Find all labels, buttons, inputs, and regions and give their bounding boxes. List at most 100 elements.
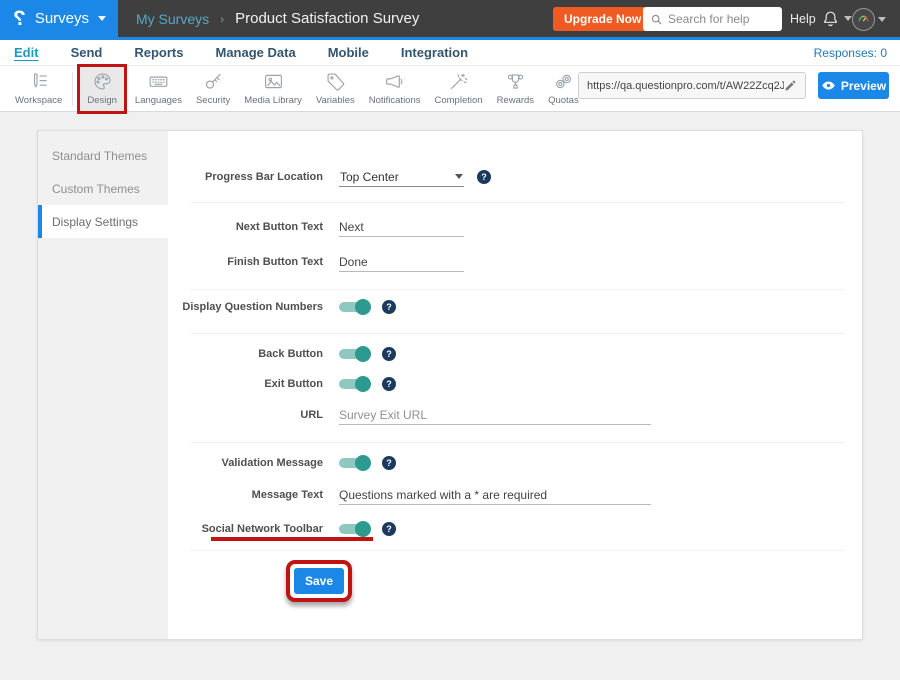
responses-count[interactable]: Responses: 0: [814, 46, 887, 60]
help-icon[interactable]: ?: [382, 347, 396, 361]
red-annotation-underline: [211, 537, 373, 541]
toolbar-item-label: Design: [87, 95, 117, 106]
help-link[interactable]: Help: [790, 12, 816, 26]
completion-icon: [448, 71, 469, 92]
preview-button-label: Preview: [841, 79, 886, 93]
finish-button-text-input[interactable]: [339, 253, 464, 272]
toggle-knob: [355, 299, 371, 315]
section-divider: [191, 333, 844, 334]
back-button-toggle[interactable]: [339, 349, 369, 359]
progress-bar-location-select[interactable]: Top Center: [339, 168, 464, 187]
security-icon: [203, 71, 224, 92]
save-button[interactable]: Save: [294, 568, 344, 594]
edit-pencil-icon[interactable]: [784, 79, 797, 92]
help-icon[interactable]: ?: [382, 522, 396, 536]
exit-url-row: URL: [168, 404, 844, 426]
toolbar-item-design[interactable]: Design: [80, 67, 124, 111]
message-text-input[interactable]: [339, 486, 651, 505]
display-question-numbers-label: Display Question Numbers: [168, 301, 323, 313]
rewards-icon: [505, 71, 526, 92]
sidebar-item-standard-themes[interactable]: Standard Themes: [38, 139, 168, 172]
variables-icon: [325, 71, 346, 92]
nav-tab-send[interactable]: Send: [71, 45, 103, 60]
sidebar-item-display-settings[interactable]: Display Settings: [38, 205, 168, 238]
account-menu[interactable]: [852, 8, 886, 31]
themes-sidebar: Standard Themes Custom Themes Display Se…: [38, 131, 168, 639]
chevron-down-icon: [98, 16, 106, 21]
display-settings-panel: Standard Themes Custom Themes Display Se…: [37, 130, 863, 640]
nav-tab-edit[interactable]: Edit: [14, 45, 39, 60]
display-question-numbers-row: Display Question Numbers ?: [168, 296, 844, 318]
section-divider: [191, 202, 844, 203]
section-divider: [191, 550, 844, 551]
exit-url-label: URL: [168, 409, 323, 421]
chevron-down-icon: [844, 16, 852, 21]
preview-button[interactable]: Preview: [818, 72, 889, 99]
next-button-text-input[interactable]: [339, 218, 464, 237]
languages-icon: [148, 71, 169, 92]
toolbar-item-security[interactable]: Security: [189, 67, 237, 111]
toolbar-item-notifications[interactable]: Notifications: [362, 67, 428, 111]
exit-button-row: Exit Button ?: [168, 373, 844, 395]
finish-button-text-label: Finish Button Text: [168, 256, 323, 268]
toolbar-item-label: Security: [196, 95, 230, 106]
workspace-icon: [28, 71, 49, 92]
toolbar-item-label: Languages: [135, 95, 182, 106]
survey-url-field[interactable]: https://qa.questionpro.com/t/AW22Zcq2J: [578, 72, 806, 99]
toolbar-item-label: Notifications: [369, 95, 421, 106]
exit-button-label: Exit Button: [168, 378, 323, 390]
upgrade-now-button[interactable]: Upgrade Now: [553, 7, 652, 31]
help-icon[interactable]: ?: [477, 170, 491, 184]
back-button-label: Back Button: [168, 348, 323, 360]
progress-bar-location-label: Progress Bar Location: [168, 171, 323, 183]
sidebar-item-custom-themes[interactable]: Custom Themes: [38, 172, 168, 205]
top-header-bar: ? Surveys My Surveys › Product Satisfact…: [0, 0, 900, 40]
display-question-numbers-toggle[interactable]: [339, 302, 369, 312]
social-network-toolbar-toggle[interactable]: [339, 524, 369, 534]
help-search-box[interactable]: [643, 7, 782, 31]
page-title: Product Satisfaction Survey: [235, 10, 419, 27]
nav-tab-manage-data[interactable]: Manage Data: [215, 45, 295, 60]
progress-bar-location-value: Top Center: [340, 170, 399, 184]
toolbar-item-completion[interactable]: Completion: [428, 67, 490, 111]
toggle-knob: [355, 521, 371, 537]
help-icon[interactable]: ?: [382, 377, 396, 391]
breadcrumb: My Surveys › Product Satisfaction Survey: [136, 0, 419, 37]
toolbar-item-variables[interactable]: Variables: [309, 67, 362, 111]
notifications-icon: [384, 71, 405, 92]
notifications-bell-menu[interactable]: [821, 9, 852, 28]
chevron-down-icon: [455, 174, 463, 179]
breadcrumb-my-surveys[interactable]: My Surveys: [136, 11, 209, 27]
validation-message-row: Validation Message ?: [168, 452, 844, 474]
exit-url-input[interactable]: [339, 406, 651, 425]
toolbar-item-label: Quotas: [548, 95, 579, 106]
nav-tab-reports[interactable]: Reports: [134, 45, 183, 60]
chevron-down-icon: [878, 17, 886, 22]
breadcrumb-separator-icon: ›: [220, 12, 224, 26]
finish-button-text-row: Finish Button Text: [168, 251, 844, 273]
nav-tab-integration[interactable]: Integration: [401, 45, 468, 60]
help-icon[interactable]: ?: [382, 456, 396, 470]
toolbar-item-workspace[interactable]: Workspace: [8, 67, 69, 111]
toolbar-item-media-library[interactable]: Media Library: [237, 67, 309, 111]
toolbar-item-languages[interactable]: Languages: [128, 67, 189, 111]
exit-button-toggle[interactable]: [339, 379, 369, 389]
survey-url-text: https://qa.questionpro.com/t/AW22Zcq2J: [587, 80, 784, 92]
app-logo-menu[interactable]: ? Surveys: [0, 0, 118, 37]
next-button-text-label: Next Button Text: [168, 221, 323, 233]
back-button-row: Back Button ?: [168, 343, 844, 365]
search-icon: [650, 13, 663, 26]
validation-message-toggle[interactable]: [339, 458, 369, 468]
next-button-text-row: Next Button Text: [168, 216, 844, 238]
bell-icon: [821, 9, 840, 28]
nav-tab-mobile[interactable]: Mobile: [328, 45, 369, 60]
toolbar-item-label: Media Library: [244, 95, 302, 106]
eye-icon: [821, 78, 836, 93]
quotas-icon: [553, 71, 574, 92]
toolbar-item-rewards[interactable]: Rewards: [490, 67, 542, 111]
help-icon[interactable]: ?: [382, 300, 396, 314]
toggle-knob: [355, 346, 371, 362]
media-library-icon: [263, 71, 284, 92]
toolbar-item-label: Variables: [316, 95, 355, 106]
toggle-knob: [355, 455, 371, 471]
